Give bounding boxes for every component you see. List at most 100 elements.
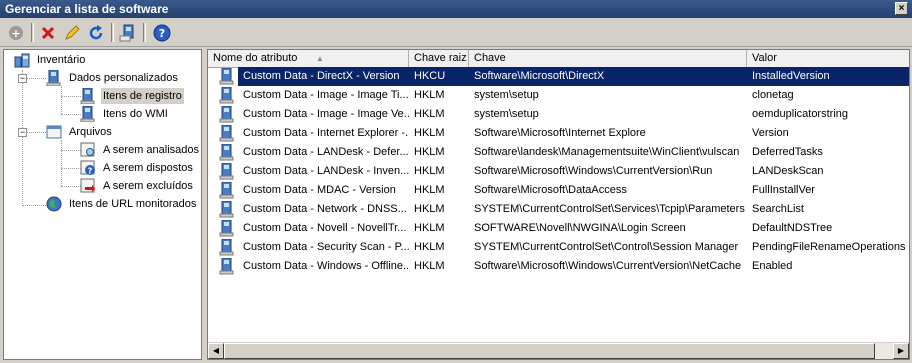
cell-key: SYSTEM\CurrentControlSet\Services\Tcpip\… bbox=[474, 203, 745, 215]
cell-root: HKLM bbox=[414, 184, 445, 196]
registry-item-icon bbox=[218, 219, 236, 237]
tree-label: Inventário bbox=[37, 54, 86, 66]
help-button[interactable]: ? bbox=[152, 23, 172, 43]
delete-button[interactable] bbox=[38, 23, 58, 43]
scan-button[interactable] bbox=[118, 23, 138, 43]
tree-label: Arquivos bbox=[69, 126, 112, 138]
cell-name: Custom Data - Security Scan - P... bbox=[243, 241, 409, 253]
tree-label: A serem analisados bbox=[103, 144, 199, 156]
cell-name: Custom Data - Image - Image Ti... bbox=[243, 89, 409, 101]
cell-value: Version bbox=[752, 127, 789, 139]
window-title-bar[interactable]: Gerenciar a lista de software × bbox=[0, 0, 912, 18]
column-header-key[interactable]: Chave bbox=[469, 50, 747, 67]
registry-item-icon bbox=[218, 162, 236, 180]
wmi-icon bbox=[80, 106, 95, 122]
registry-item-icon bbox=[218, 257, 236, 275]
cell-value: DeferredTasks bbox=[752, 146, 823, 158]
navigation-tree[interactable]: − − Inventário Dados personalizados Iten… bbox=[3, 49, 202, 360]
close-button[interactable]: × bbox=[895, 2, 908, 15]
column-header-root-key[interactable]: Chave raiz bbox=[409, 50, 469, 67]
scroll-right-button[interactable]: ▶ bbox=[893, 343, 909, 359]
registry-item-icon bbox=[218, 181, 236, 199]
table-row[interactable]: Custom Data - DirectX - Version HKCU Softw… bbox=[208, 67, 909, 86]
column-header-value[interactable]: Valor bbox=[747, 50, 909, 67]
tree-label: Itens de registro bbox=[101, 88, 184, 104]
registry-items-list[interactable]: Nome do atributo ▲ Chave raiz Chave Valo… bbox=[207, 49, 910, 360]
table-row[interactable]: Custom Data - LANDesk - Defer... HKLM Soft… bbox=[208, 143, 909, 162]
cell-value: Enabled bbox=[752, 260, 793, 272]
cell-root: HKLM bbox=[414, 203, 445, 215]
exclude-files-icon bbox=[80, 178, 95, 193]
new-button[interactable]: + bbox=[6, 23, 26, 43]
cell-value: FullInstallVer bbox=[752, 184, 815, 196]
cell-value: SearchList bbox=[752, 203, 804, 215]
registry-icon bbox=[80, 88, 95, 104]
scroll-thumb[interactable] bbox=[224, 343, 875, 359]
cell-root: HKLM bbox=[414, 222, 445, 234]
cell-name: Custom Data - DirectX - Version bbox=[238, 67, 409, 86]
collapse-files-toggle[interactable]: − bbox=[18, 128, 27, 137]
list-header: Nome do atributo ▲ Chave raiz Chave Valo… bbox=[208, 50, 909, 68]
help-icon: ? bbox=[153, 24, 171, 42]
tree-label: Itens do WMI bbox=[103, 108, 168, 120]
table-row[interactable]: Custom Data - Security Scan - P... HKLM SY… bbox=[208, 238, 909, 257]
scroll-left-button[interactable]: ◀ bbox=[208, 343, 224, 359]
table-row[interactable]: Custom Data - LANDesk - Inven... HKLM Soft… bbox=[208, 162, 909, 181]
svg-text:?: ? bbox=[159, 27, 165, 40]
cell-key: system\setup bbox=[474, 108, 539, 120]
table-row[interactable]: Custom Data - Windows - Offline... HKLM So… bbox=[208, 257, 909, 276]
window-title: Gerenciar a lista de software bbox=[5, 2, 169, 16]
cell-root: HKLM bbox=[414, 260, 445, 272]
cell-key: Software\Microsoft\Windows\CurrentVersio… bbox=[474, 165, 713, 177]
registry-item-icon bbox=[218, 238, 236, 256]
cell-root: HKLM bbox=[414, 127, 445, 139]
scan-files-icon bbox=[80, 142, 95, 157]
cell-key: Software\landesk\Managementsuite\WinClie… bbox=[474, 146, 740, 158]
new-icon: + bbox=[9, 26, 23, 40]
refresh-button[interactable] bbox=[86, 23, 106, 43]
registry-item-icon bbox=[218, 200, 236, 218]
cell-value: PendingFileRenameOperations bbox=[752, 241, 906, 253]
table-row[interactable]: Custom Data - MDAC - Version HKLM Software… bbox=[208, 181, 909, 200]
registry-item-icon bbox=[218, 143, 236, 161]
table-row[interactable]: Custom Data - Image - Image Ti... HKLM sys… bbox=[208, 86, 909, 105]
tree-label: A serem dispostos bbox=[103, 162, 193, 174]
cell-name: Custom Data - LANDesk - Inven... bbox=[243, 165, 409, 177]
registry-item-icon bbox=[218, 67, 236, 85]
table-row[interactable]: Custom Data - Image - Image Ve... HKLM sys… bbox=[208, 105, 909, 124]
cell-value: clonetag bbox=[752, 89, 794, 101]
cell-value: InstalledVersion bbox=[747, 67, 909, 86]
cell-name: Custom Data - Internet Explorer -... bbox=[243, 127, 409, 139]
registry-item-icon bbox=[218, 105, 236, 123]
svg-text:?: ? bbox=[88, 167, 93, 176]
cell-key: Software\Microsoft\DataAccess bbox=[474, 184, 627, 196]
cell-name: Custom Data - Novell - NovellTr... bbox=[243, 222, 407, 234]
tree-label: Itens de URL monitorados bbox=[69, 198, 197, 210]
edit-button[interactable] bbox=[62, 23, 82, 43]
cell-value: oemduplicatorstring bbox=[752, 108, 848, 120]
cell-name: Custom Data - LANDesk - Defer... bbox=[243, 146, 409, 158]
tree-label: Dados personalizados bbox=[69, 72, 178, 84]
delete-icon bbox=[41, 26, 55, 40]
table-row[interactable]: Custom Data - Internet Explorer -... HKLM… bbox=[208, 124, 909, 143]
registry-item-icon bbox=[218, 86, 236, 104]
toolbar: + ? bbox=[0, 18, 912, 47]
computer-icon bbox=[46, 70, 61, 86]
tree-label: A serem excluídos bbox=[103, 180, 193, 192]
horizontal-scrollbar[interactable]: ◀ ▶ bbox=[208, 342, 909, 359]
table-row[interactable]: Custom Data - Novell - NovellTr... HKLM SO… bbox=[208, 219, 909, 238]
cell-root: HKLM bbox=[414, 108, 445, 120]
cell-key: Software\Microsoft\DirectX bbox=[469, 67, 747, 86]
sort-ascending-icon: ▲ bbox=[316, 54, 324, 63]
column-header-attribute-name[interactable]: Nome do atributo ▲ bbox=[208, 50, 409, 67]
collapse-custom-data-toggle[interactable]: − bbox=[18, 74, 27, 83]
cell-name: Custom Data - MDAC - Version bbox=[243, 184, 396, 196]
cell-key: SOFTWARE\Novell\NWGINA\Login Screen bbox=[474, 222, 686, 234]
inventory-icon bbox=[14, 53, 30, 68]
cell-name: Custom Data - Network - DNSS... bbox=[243, 203, 407, 215]
cell-key: Software\Microsoft\Windows\CurrentVersio… bbox=[474, 260, 742, 272]
cell-value: DefaultNDSTree bbox=[752, 222, 833, 234]
cell-root: HKLM bbox=[414, 165, 445, 177]
cell-key: system\setup bbox=[474, 89, 539, 101]
table-row[interactable]: Custom Data - Network - DNSS... HKLM SYSTE… bbox=[208, 200, 909, 219]
